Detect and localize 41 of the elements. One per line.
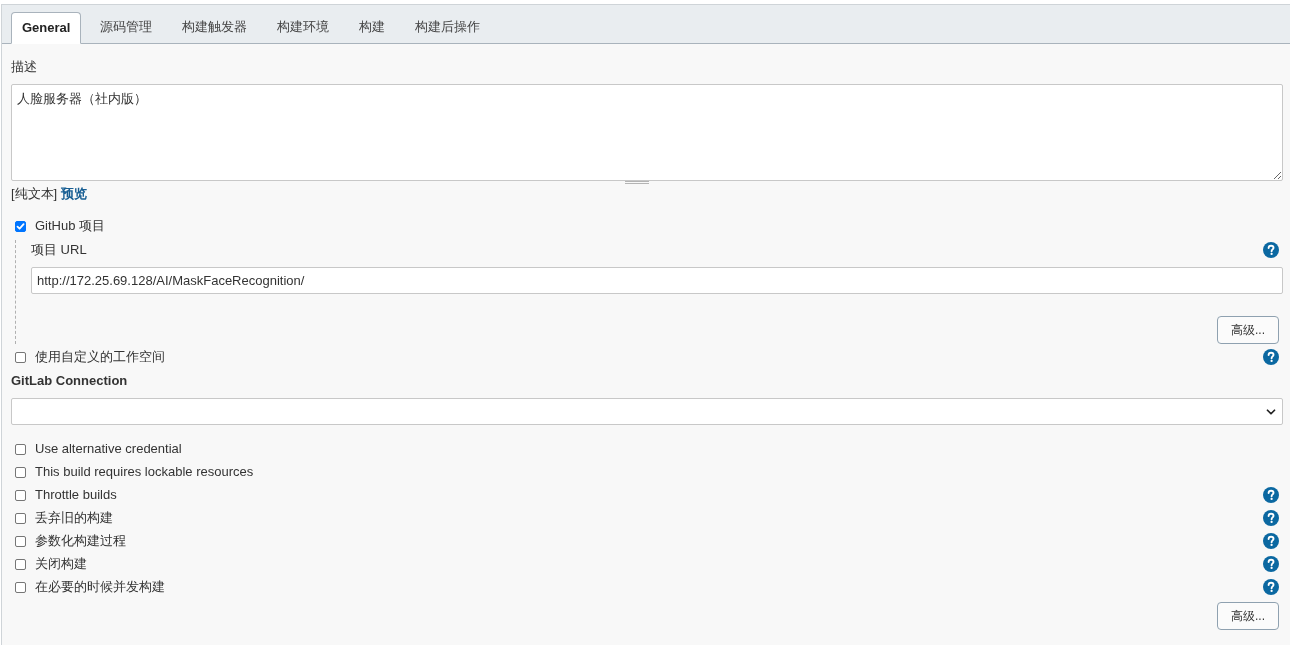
advanced-button[interactable]: 高级... [1217,316,1279,344]
checkbox[interactable] [15,535,26,547]
checkbox[interactable] [15,443,26,455]
help-icon[interactable] [1263,533,1279,549]
advanced-button[interactable]: 高级... [1217,602,1279,630]
tab[interactable]: General [11,12,82,44]
preview-link[interactable]: 预览 [61,186,88,202]
help-icon[interactable] [1263,242,1279,258]
checkbox-label: Use alternative credential [35,441,182,457]
tab[interactable]: 构建触发器 [171,11,259,43]
tab[interactable]: 源码管理 [89,11,164,43]
checkbox[interactable] [15,220,26,232]
checkbox[interactable] [15,489,26,501]
format-label: [纯文本] [11,186,58,202]
checkbox-label: 丢弃旧的构建 [35,510,113,526]
field-label: 项目 URL [31,242,87,258]
url-input[interactable]: http://172.25.69.128/AI/MaskFaceRecognition/ [31,267,1283,294]
help-icon[interactable] [1263,349,1279,365]
tab[interactable]: 构建环境 [266,11,341,43]
help-icon[interactable] [1263,510,1279,526]
tab[interactable]: 构建后操作 [404,11,492,43]
tab[interactable]: 构建 [348,11,397,43]
help-icon[interactable] [1263,579,1279,595]
help-icon[interactable] [1263,556,1279,572]
checkbox[interactable] [15,581,26,593]
checkbox-label: 在必要的时候并发构建 [35,579,165,595]
checkbox-label: Throttle builds [35,487,117,503]
help-icon[interactable] [1263,487,1279,503]
checkbox-label: 关闭构建 [35,556,87,572]
checkbox-label: 使用自定义的工作空间 [35,349,165,365]
description-textarea[interactable]: 人脸服务器（社内版） [11,84,1283,181]
checkbox-label: This build requires lockable resources [35,464,254,480]
checkbox[interactable] [15,512,26,524]
checkbox[interactable] [15,558,26,570]
resize-grip[interactable] [625,181,649,184]
field-label: 描述 [11,59,38,75]
checkbox[interactable] [15,351,26,363]
checkbox[interactable] [15,466,26,478]
checkbox-label: GitHub 项目 [35,218,106,234]
field-label: GitLab Connection [11,373,129,389]
checkbox-label: 参数化构建过程 [35,533,126,549]
